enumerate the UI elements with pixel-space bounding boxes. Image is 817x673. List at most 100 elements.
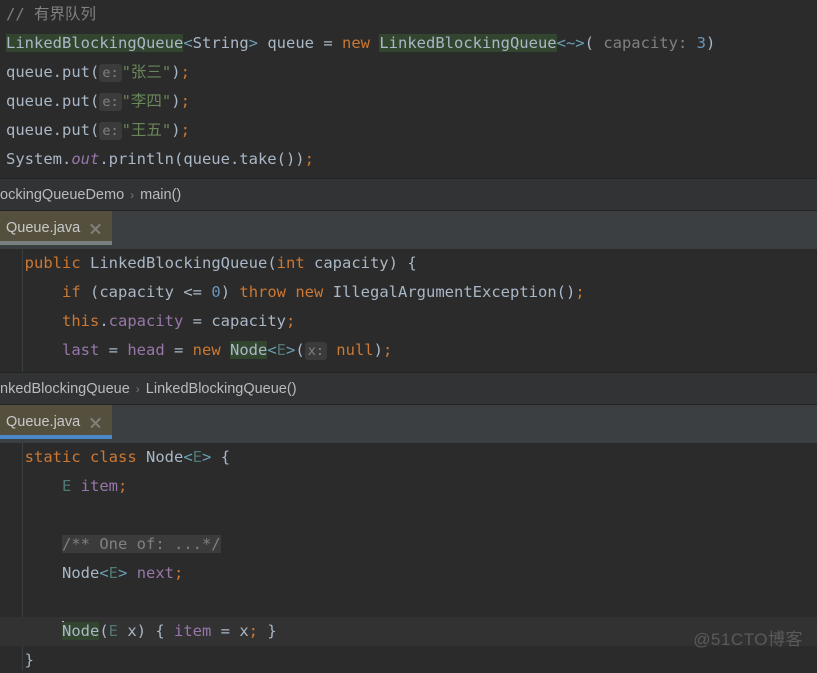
code-token: ( [267,254,277,272]
code-token: ) { [136,622,175,640]
collapsed-javadoc: /** One of: ...*/ [62,535,221,553]
breadcrumb-middle[interactable]: nkedBlockingQueue › LinkedBlockingQueue() [0,372,817,405]
parameter-hint: capacity: [593,34,697,52]
code-token: capacity [99,283,184,301]
code-token: LinkedBlockingQueue [90,254,268,272]
parameter-hint: e: [99,64,122,82]
code-token: public [24,254,90,272]
code-token: < [183,34,193,52]
code-token: < [99,564,109,582]
identifier-highlight: Node [62,622,100,640]
breadcrumb-segment[interactable]: main() [140,187,181,203]
code-token: queue.put( [6,92,100,110]
code-token: ( [584,34,594,52]
code-token: ) [171,63,181,81]
code-line[interactable]: Node(E x) { item = x; } [0,617,817,646]
tab-underline [0,241,113,245]
breadcrumb-segment[interactable]: nkedBlockingQueue [0,381,130,397]
code-token: = [323,34,342,52]
editor-pane-middle[interactable]: public LinkedBlockingQueue(int capacity)… [0,249,817,372]
code-line[interactable]: /** One of: ...*/ [0,530,817,559]
code-token: queue.put( [6,121,100,139]
code-line[interactable]: LinkedBlockingQueue<String> queue = new … [0,29,817,58]
breadcrumb-separator: › [130,187,135,202]
code-area-bottom[interactable]: static class Node<E> { E item; /** One o… [0,443,817,670]
code-token: < [267,341,277,359]
code-token: ) { [388,254,417,272]
code-line[interactable]: // 有界队列 [0,0,817,29]
code-line[interactable]: System.out.println(queue.take()); [0,145,817,174]
code-token: ) [220,283,240,301]
code-line[interactable] [0,501,817,530]
code-line[interactable]: queue.put(e: "张三"); [0,58,817,87]
tab-queue-java-middle[interactable]: Queue.java [0,211,113,245]
code-token: ; [180,121,190,139]
breadcrumb-separator: › [135,381,140,396]
code-token: Node [146,448,184,466]
code-token: last [62,341,100,359]
code-line[interactable]: queue.put(e: "王五"); [0,116,817,145]
code-token: int [276,254,305,272]
code-token: new [192,341,230,359]
code-line[interactable]: public LinkedBlockingQueue(int capacity)… [0,249,817,278]
code-token: next [136,564,175,582]
code-token: capacity [108,312,184,330]
code-token: static class [24,448,146,466]
code-line[interactable]: queue.put(e: "李四"); [0,87,817,116]
code-line[interactable]: this.capacity = capacity; [0,307,817,336]
code-token: x [118,622,137,640]
code-token: new [342,34,380,52]
code-token: 3 [696,34,706,52]
code-token: E [108,622,119,640]
code-token: ; [285,312,296,330]
code-token: <= [183,283,212,301]
breadcrumb-segment[interactable]: LinkedBlockingQueue() [146,381,297,397]
code-token: String [192,34,249,52]
editor-pane-top[interactable]: // 有界队列 LinkedBlockingQueue<String> queue… [0,0,817,178]
code-line[interactable]: static class Node<E> { [0,443,817,472]
code-token: .println(queue.take()) [99,150,305,168]
code-area-top[interactable]: // 有界队列 LinkedBlockingQueue<String> queue… [0,0,817,174]
code-token: = x [211,622,249,640]
close-icon[interactable] [89,222,102,235]
tab-bar-middle[interactable]: Queue.java [0,211,817,249]
code-token: queue [258,34,324,52]
code-line[interactable] [0,588,817,617]
close-icon[interactable] [89,416,102,429]
code-token: "张三" [121,63,172,81]
code-token: ; [180,92,190,110]
identifier-highlight: Node [229,341,268,359]
code-token: ( [90,283,100,301]
editor-pane-bottom[interactable]: static class Node<E> { E item; /** One o… [0,443,817,670]
code-token: E [62,477,72,495]
code-token: // 有界队列 [6,5,96,23]
code-token: this [62,312,100,330]
code-token: ) [171,121,181,139]
parameter-hint: e: [99,122,122,140]
tab-bar-bottom[interactable]: Queue.java [0,405,817,443]
code-line[interactable]: E item; [0,472,817,501]
tab-queue-java-bottom[interactable]: Queue.java [0,405,113,439]
code-area-middle[interactable]: public LinkedBlockingQueue(int capacity)… [0,249,817,365]
code-token: Node [62,564,100,582]
code-token: ; [174,564,184,582]
code-token: ( [295,341,305,359]
code-token: E [276,341,286,359]
code-line[interactable]: Node<E> next; [0,559,817,588]
code-token: ; [180,63,190,81]
code-token: ( [99,622,109,640]
code-token: } [267,622,277,640]
code-line[interactable]: if (capacity <= 0) throw new IllegalArgu… [0,278,817,307]
code-token: > [248,34,258,52]
code-line[interactable]: } [0,646,817,670]
breadcrumb-top[interactable]: ockingQueueDemo › main() [0,178,817,211]
code-line[interactable]: last = head = new Node<E>(x: null); [0,336,817,365]
code-token: item [174,622,212,640]
code-token: ; [248,622,268,640]
code-token: head [127,341,165,359]
breadcrumb-segment[interactable]: ockingQueueDemo [0,187,124,203]
